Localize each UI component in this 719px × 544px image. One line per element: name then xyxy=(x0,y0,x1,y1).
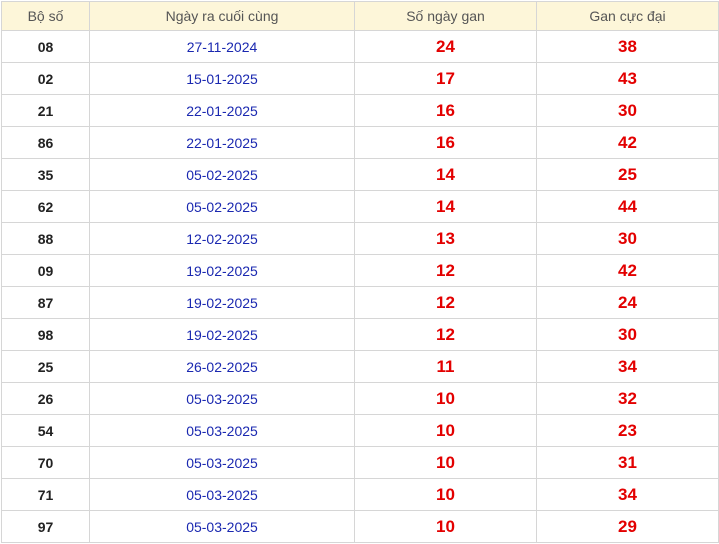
cell-ngay-ra: 22-01-2025 xyxy=(89,94,355,127)
cell-gan-cuc-dai: 32 xyxy=(536,382,719,415)
header-bo-so: Bộ số xyxy=(1,1,90,31)
cell-bo-so: 97 xyxy=(1,510,90,543)
cell-bo-so: 54 xyxy=(1,414,90,447)
table-row: 35 05-02-2025 14 25 xyxy=(1,158,719,191)
cell-bo-so: 09 xyxy=(1,254,90,287)
cell-so-ngay-gan: 10 xyxy=(354,382,537,415)
cell-so-ngay-gan: 10 xyxy=(354,510,537,543)
table-row: 87 19-02-2025 12 24 xyxy=(1,286,719,319)
cell-so-ngay-gan: 10 xyxy=(354,478,537,511)
table-row: 62 05-02-2025 14 44 xyxy=(1,190,719,223)
cell-bo-so: 70 xyxy=(1,446,90,479)
cell-so-ngay-gan: 24 xyxy=(354,30,537,63)
cell-bo-so: 71 xyxy=(1,478,90,511)
cell-ngay-ra: 19-02-2025 xyxy=(89,254,355,287)
cell-ngay-ra: 19-02-2025 xyxy=(89,318,355,351)
table-row: 02 15-01-2025 17 43 xyxy=(1,62,719,95)
cell-so-ngay-gan: 10 xyxy=(354,414,537,447)
table-row: 26 05-03-2025 10 32 xyxy=(1,382,719,415)
cell-bo-so: 87 xyxy=(1,286,90,319)
cell-so-ngay-gan: 17 xyxy=(354,62,537,95)
table-row: 71 05-03-2025 10 34 xyxy=(1,478,719,511)
cell-ngay-ra: 27-11-2024 xyxy=(89,30,355,63)
cell-so-ngay-gan: 16 xyxy=(354,126,537,159)
cell-so-ngay-gan: 12 xyxy=(354,254,537,287)
cell-so-ngay-gan: 10 xyxy=(354,446,537,479)
cell-bo-so: 86 xyxy=(1,126,90,159)
cell-gan-cuc-dai: 30 xyxy=(536,94,719,127)
header-so-ngay-gan: Số ngày gan xyxy=(354,1,537,31)
cell-ngay-ra: 05-03-2025 xyxy=(89,382,355,415)
cell-gan-cuc-dai: 42 xyxy=(536,254,719,287)
cell-ngay-ra: 15-01-2025 xyxy=(89,62,355,95)
cell-ngay-ra: 12-02-2025 xyxy=(89,222,355,255)
header-gan-cuc-dai: Gan cực đại xyxy=(536,1,719,31)
cell-gan-cuc-dai: 38 xyxy=(536,30,719,63)
cell-ngay-ra: 26-02-2025 xyxy=(89,350,355,383)
cell-gan-cuc-dai: 23 xyxy=(536,414,719,447)
header-row: Bộ số Ngày ra cuối cùng Số ngày gan Gan … xyxy=(1,1,719,31)
cell-gan-cuc-dai: 43 xyxy=(536,62,719,95)
cell-so-ngay-gan: 16 xyxy=(354,94,537,127)
cell-so-ngay-gan: 14 xyxy=(354,190,537,223)
cell-gan-cuc-dai: 25 xyxy=(536,158,719,191)
cell-ngay-ra: 05-02-2025 xyxy=(89,190,355,223)
cell-gan-cuc-dai: 30 xyxy=(536,222,719,255)
cell-ngay-ra: 05-03-2025 xyxy=(89,446,355,479)
cell-bo-so: 25 xyxy=(1,350,90,383)
table-row: 21 22-01-2025 16 30 xyxy=(1,94,719,127)
gan-statistics-table: Bộ số Ngày ra cuối cùng Số ngày gan Gan … xyxy=(1,1,719,543)
cell-bo-so: 88 xyxy=(1,222,90,255)
cell-bo-so: 02 xyxy=(1,62,90,95)
cell-bo-so: 08 xyxy=(1,30,90,63)
cell-gan-cuc-dai: 24 xyxy=(536,286,719,319)
cell-gan-cuc-dai: 29 xyxy=(536,510,719,543)
cell-bo-so: 35 xyxy=(1,158,90,191)
cell-gan-cuc-dai: 44 xyxy=(536,190,719,223)
cell-gan-cuc-dai: 31 xyxy=(536,446,719,479)
table-row: 97 05-03-2025 10 29 xyxy=(1,510,719,543)
cell-so-ngay-gan: 12 xyxy=(354,318,537,351)
cell-bo-so: 62 xyxy=(1,190,90,223)
cell-ngay-ra: 05-03-2025 xyxy=(89,510,355,543)
cell-bo-so: 26 xyxy=(1,382,90,415)
cell-so-ngay-gan: 13 xyxy=(354,222,537,255)
cell-gan-cuc-dai: 30 xyxy=(536,318,719,351)
table-row: 08 27-11-2024 24 38 xyxy=(1,30,719,63)
table-row: 25 26-02-2025 11 34 xyxy=(1,350,719,383)
table-row: 09 19-02-2025 12 42 xyxy=(1,254,719,287)
table-body: 08 27-11-2024 24 38 02 15-01-2025 17 43 21 22-01-… xyxy=(1,30,719,543)
table-header: Bộ số Ngày ra cuối cùng Số ngày gan Gan … xyxy=(1,1,719,31)
header-ngay-ra: Ngày ra cuối cùng xyxy=(89,1,355,31)
cell-so-ngay-gan: 14 xyxy=(354,158,537,191)
cell-ngay-ra: 05-03-2025 xyxy=(89,478,355,511)
cell-gan-cuc-dai: 42 xyxy=(536,126,719,159)
cell-ngay-ra: 19-02-2025 xyxy=(89,286,355,319)
table-row: 88 12-02-2025 13 30 xyxy=(1,222,719,255)
cell-so-ngay-gan: 12 xyxy=(354,286,537,319)
cell-ngay-ra: 05-02-2025 xyxy=(89,158,355,191)
cell-ngay-ra: 05-03-2025 xyxy=(89,414,355,447)
table-row: 98 19-02-2025 12 30 xyxy=(1,318,719,351)
cell-so-ngay-gan: 11 xyxy=(354,350,537,383)
table-row: 54 05-03-2025 10 23 xyxy=(1,414,719,447)
cell-ngay-ra: 22-01-2025 xyxy=(89,126,355,159)
cell-bo-so: 98 xyxy=(1,318,90,351)
table-row: 70 05-03-2025 10 31 xyxy=(1,446,719,479)
cell-bo-so: 21 xyxy=(1,94,90,127)
cell-gan-cuc-dai: 34 xyxy=(536,478,719,511)
cell-gan-cuc-dai: 34 xyxy=(536,350,719,383)
table-row: 86 22-01-2025 16 42 xyxy=(1,126,719,159)
